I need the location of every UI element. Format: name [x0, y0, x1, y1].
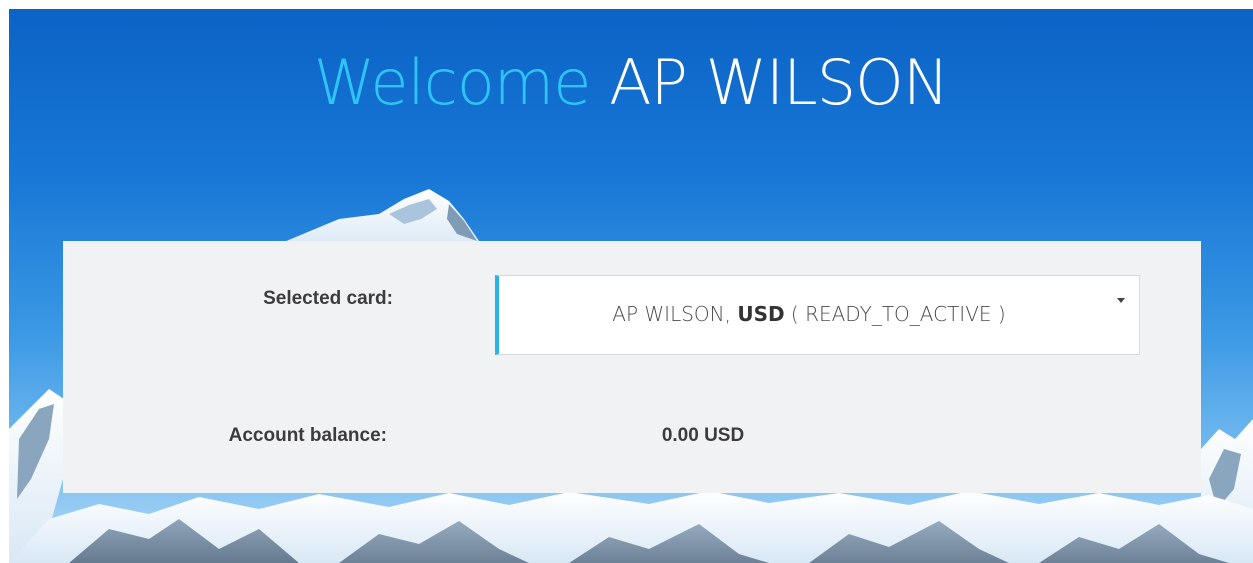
- account-balance-label: Account balance:: [228, 425, 387, 446]
- card-holder-text: AP WILSON,: [612, 302, 738, 326]
- card-currency-text: USD: [737, 302, 785, 326]
- chevron-down-icon[interactable]: [1117, 298, 1125, 303]
- selected-card-dropdown[interactable]: AP WILSON, USD ( READY_TO_ACTIVE ): [495, 275, 1140, 355]
- selected-card-value: AP WILSON, USD ( READY_TO_ACTIVE ): [499, 302, 1119, 326]
- card-status-text: ( READY_TO_ACTIVE ): [784, 302, 1006, 326]
- welcome-greeting: Welcome: [313, 46, 592, 119]
- welcome-heading: Welcome AP WILSON: [9, 43, 1253, 123]
- account-balance-value: 0.00 USD: [661, 425, 745, 446]
- welcome-user-name: AP WILSON: [609, 46, 949, 119]
- card-info-panel: Selected card: AP WILSON, USD ( READY_TO…: [63, 241, 1201, 493]
- selected-card-label: Selected card:: [263, 288, 393, 309]
